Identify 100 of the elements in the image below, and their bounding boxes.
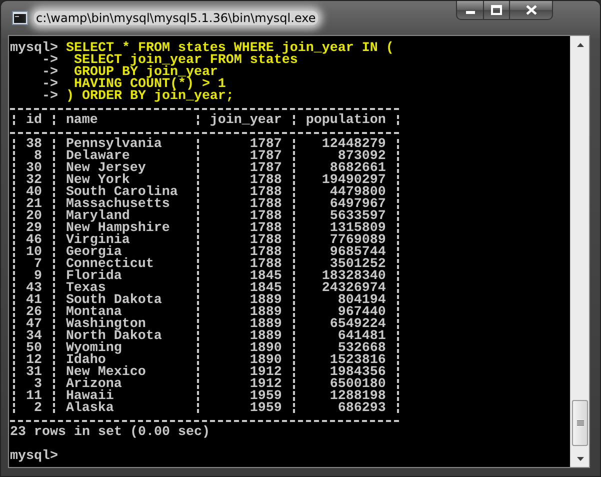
table-cell: 40 <box>26 187 42 199</box>
table-cell: Idaho <box>66 355 106 367</box>
table-cell: 1889 <box>250 331 282 343</box>
table-cell: 1787 <box>250 139 282 151</box>
table-cell: 1912 <box>250 379 282 391</box>
scroll-thumb[interactable] <box>572 400 588 446</box>
table-cell: Maryland <box>66 211 130 223</box>
table-cell: 1889 <box>250 295 282 307</box>
table-cell: 34 <box>26 331 42 343</box>
table-cell: 11 <box>26 391 42 403</box>
maximize-button[interactable] <box>484 1 510 20</box>
table-cell: 47 <box>26 319 42 331</box>
table-cell: 967440 <box>338 307 386 319</box>
table-cell: 1890 <box>250 355 282 367</box>
table-cell: 1889 <box>250 319 282 331</box>
table-cell: 1959 <box>250 391 282 403</box>
table-cell: 1788 <box>250 199 282 211</box>
table-cell: 6549224 <box>330 319 386 331</box>
status-text: 23 rows in set (0.00 sec) <box>10 427 210 439</box>
table-cell: Alaska <box>66 403 114 415</box>
command-text: ) ORDER BY join_year; <box>66 91 234 103</box>
table-cell: 3 <box>34 379 42 391</box>
table-cell: 30 <box>26 163 42 175</box>
table-cell: 5633597 <box>330 211 386 223</box>
table-cell: Delaware <box>66 151 130 163</box>
close-button[interactable] <box>510 1 553 20</box>
table-cell: 1787 <box>250 163 282 175</box>
table-cell: 1788 <box>250 235 282 247</box>
table-cell: 7769089 <box>330 235 386 247</box>
minimize-button[interactable] <box>456 1 484 20</box>
table-cell: 9 <box>34 271 42 283</box>
table-cell: 1788 <box>250 247 282 259</box>
table-cell: 1890 <box>250 343 282 355</box>
table-cell: 24326974 <box>322 283 386 295</box>
table-cell: 43 <box>26 283 42 295</box>
table-cell: 1889 <box>250 307 282 319</box>
down-arrow-icon <box>576 456 584 460</box>
table-cell: 41 <box>26 295 42 307</box>
table-cell: 1787 <box>250 151 282 163</box>
command-text: HAVING COUNT(*) > 1 <box>72 79 226 91</box>
table-cell: 1984356 <box>330 367 386 379</box>
prompt-text: mysql> <box>10 451 58 463</box>
table-cell: Washington <box>66 319 146 331</box>
table-cell: 38 <box>26 139 42 151</box>
table-cell: 18328340 <box>322 271 386 283</box>
table-cell: Virginia <box>66 235 130 247</box>
table-cell: 873092 <box>338 151 386 163</box>
table-cell: 9685744 <box>330 247 386 259</box>
table-cell: 26 <box>26 307 42 319</box>
table-cell: Florida <box>66 271 122 283</box>
table-cell: 50 <box>26 343 42 355</box>
table-cell: 1845 <box>250 271 282 283</box>
table-cell: 1288198 <box>330 391 386 403</box>
column-header: population <box>306 115 386 127</box>
table-cell: 8682661 <box>330 163 386 175</box>
command-text: SELECT join_year FROM states <box>72 55 298 67</box>
table-cell: 1959 <box>250 403 282 415</box>
table-cell: 1788 <box>250 211 282 223</box>
table-cell: 32 <box>26 175 42 187</box>
table-cell: 4479800 <box>330 187 386 199</box>
close-icon <box>526 5 536 15</box>
prompt-text: -> <box>40 67 58 79</box>
up-arrow-icon <box>576 42 584 46</box>
table-cell: 3501252 <box>330 259 386 271</box>
table-cell: 20 <box>26 211 42 223</box>
scrollbar[interactable] <box>570 36 589 467</box>
table-cell: 21 <box>26 199 42 211</box>
console-icon <box>12 11 28 25</box>
table-cell: 804194 <box>338 295 386 307</box>
window-title: c:\wamp\bin\mysql\mysql5.1.36\bin\mysql.exe <box>34 11 318 25</box>
table-cell: 1315809 <box>330 223 386 235</box>
table-cell: 7 <box>34 259 42 271</box>
table-cell: 1788 <box>250 187 282 199</box>
column-header: id <box>26 115 42 127</box>
prompt-text: mysql> <box>10 43 58 55</box>
table-cell: 1788 <box>250 175 282 187</box>
column-header: name <box>66 115 98 127</box>
table-cell: 1912 <box>250 367 282 379</box>
table-cell: South Dakota <box>66 295 162 307</box>
table-cell: 686293 <box>338 403 386 415</box>
table-cell: 12 <box>26 355 42 367</box>
table-cell: 641481 <box>338 331 386 343</box>
table-cell: Pennsylvania <box>66 139 162 151</box>
table-cell: 532668 <box>338 343 386 355</box>
table-cell: 1845 <box>250 283 282 295</box>
prompt-text: -> <box>40 79 58 91</box>
table-cell: Georgia <box>66 247 122 259</box>
table-cell: 1788 <box>250 259 282 271</box>
table-cell: 31 <box>26 367 42 379</box>
table-cell: 6497967 <box>330 199 386 211</box>
table-cell: 10 <box>26 247 42 259</box>
table-cell: 1788 <box>250 223 282 235</box>
prompt-text: -> <box>42 55 58 67</box>
table-cell: 46 <box>26 235 42 247</box>
table-cell: 1523816 <box>330 355 386 367</box>
table-cell: 6500180 <box>330 379 386 391</box>
column-header: join_year <box>210 115 282 127</box>
prompt-text: -> <box>40 91 58 103</box>
table-cell: 8 <box>34 151 42 163</box>
command-text: GROUP BY join_year <box>72 67 218 79</box>
